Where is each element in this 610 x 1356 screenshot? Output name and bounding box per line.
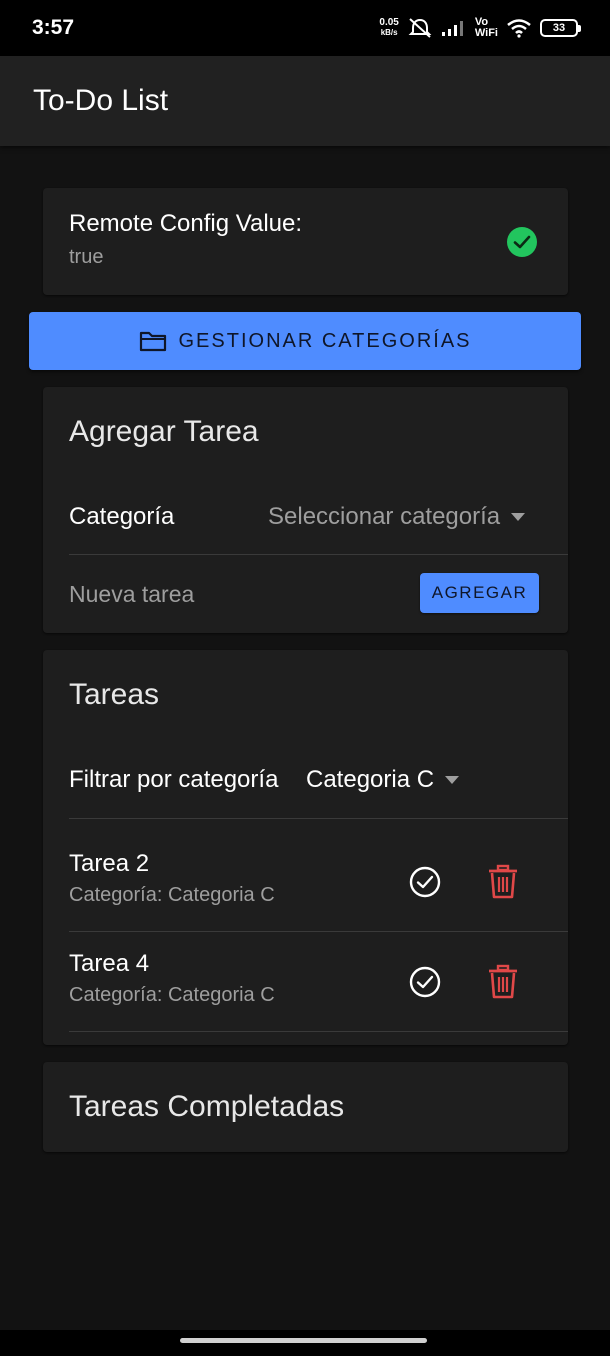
- task-name: Tarea 4: [69, 950, 150, 977]
- vowifi-bottom: WiFi: [474, 27, 498, 39]
- complete-task-icon[interactable]: [407, 864, 443, 900]
- remote-config-label: Remote Config Value:: [69, 210, 303, 237]
- vowifi-indicator: Vo WiFi: [475, 17, 498, 39]
- folder-icon: [139, 331, 166, 352]
- tasks-card: Tareas Filtrar por categoría Categoria C…: [43, 650, 568, 1045]
- category-label: Categoría: [69, 503, 175, 530]
- completed-tasks-card: Tareas Completadas: [43, 1062, 568, 1152]
- filter-category-select[interactable]: Categoria C: [306, 766, 460, 794]
- complete-task-icon[interactable]: [407, 964, 443, 1000]
- category-select-value: Seleccionar categoría: [268, 503, 501, 530]
- network-speed-value: 0.05: [379, 17, 399, 28]
- status-time: 3:57: [32, 16, 75, 39]
- delete-task-icon[interactable]: [486, 964, 520, 1000]
- app-bar: To-Do List: [0, 56, 610, 146]
- network-speed: 0.05 kB/s: [379, 18, 398, 38]
- task-item: Tarea 2 Categoría: Categoria C: [43, 832, 568, 932]
- dropdown-arrow-icon: [445, 776, 460, 784]
- divider: [69, 1031, 568, 1032]
- category-select[interactable]: Seleccionar categoría: [268, 503, 526, 531]
- manage-categories-button[interactable]: GESTIONAR CATEGORÍAS: [29, 312, 581, 370]
- new-task-input[interactable]: [69, 577, 389, 611]
- manage-categories-label: GESTIONAR CATEGORÍAS: [178, 329, 472, 352]
- check-circle-icon: [507, 227, 537, 257]
- home-gesture-handle[interactable]: [180, 1338, 427, 1343]
- add-task-button[interactable]: AGREGAR: [420, 573, 539, 613]
- delete-task-icon[interactable]: [486, 864, 520, 900]
- wifi-icon: [507, 19, 531, 38]
- battery-icon: 33: [540, 19, 581, 37]
- task-category: Categoría: Categoria C: [69, 984, 275, 1006]
- add-task-card: Agregar Tarea Categoría Seleccionar cate…: [43, 387, 568, 633]
- add-task-title: Agregar Tarea: [69, 415, 259, 448]
- filter-select-value: Categoria C: [306, 766, 435, 793]
- task-category: Categoría: Categoria C: [69, 884, 275, 906]
- remote-config-value: true: [69, 246, 104, 268]
- tasks-title: Tareas: [69, 678, 160, 711]
- network-speed-unit: kB/s: [380, 28, 398, 37]
- remote-config-card: Remote Config Value: true: [43, 188, 568, 295]
- task-name: Tarea 2: [69, 850, 150, 877]
- status-icons: 0.05 kB/s Vo WiFi 33: [379, 17, 581, 39]
- filter-label: Filtrar por categoría: [69, 766, 279, 793]
- divider: [69, 818, 568, 819]
- divider: [69, 554, 568, 555]
- signal-icon: [441, 21, 463, 36]
- dropdown-arrow-icon: [511, 513, 526, 521]
- navigation-bar: [0, 1330, 610, 1356]
- mute-icon: [408, 18, 432, 38]
- completed-tasks-title: Tareas Completadas: [69, 1090, 345, 1123]
- task-item: Tarea 4 Categoría: Categoria C: [43, 932, 568, 1032]
- app-title: To-Do List: [33, 84, 169, 117]
- status-bar: 3:57 0.05 kB/s Vo WiFi 33: [0, 0, 610, 56]
